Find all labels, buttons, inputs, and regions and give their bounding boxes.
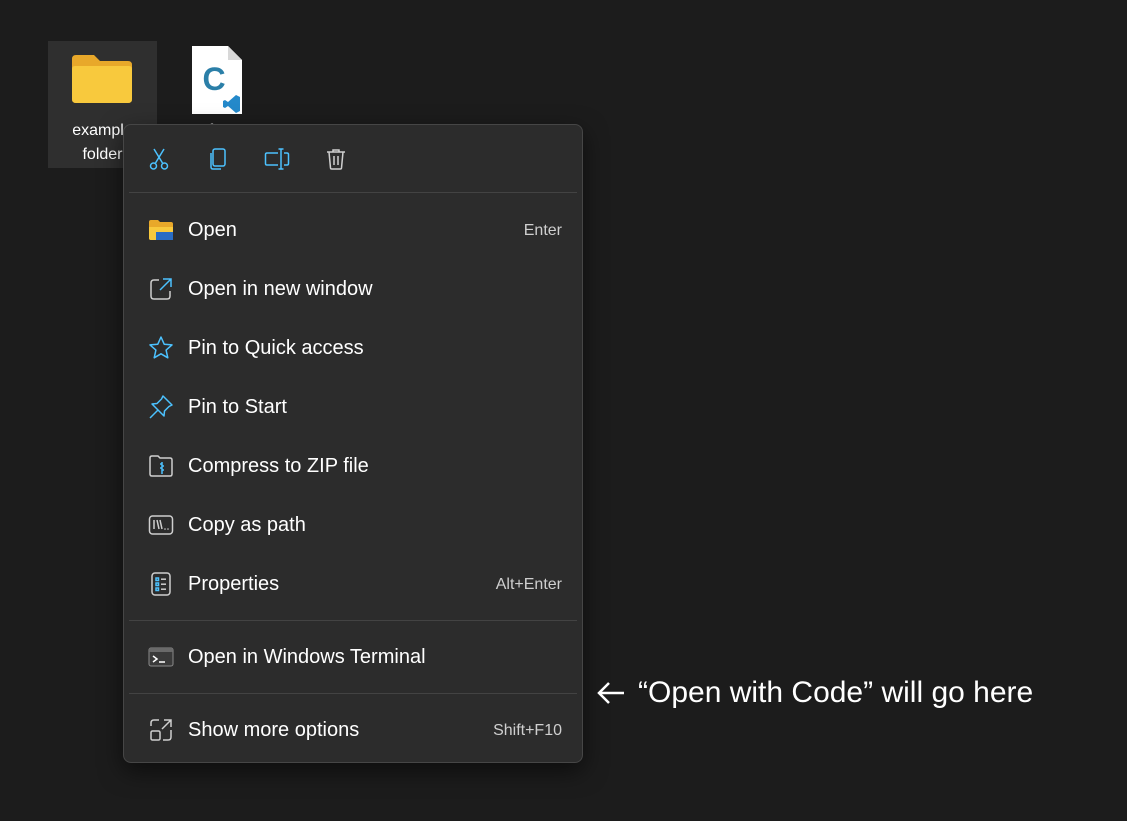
menu-item-shortcut: Shift+F10 (493, 722, 562, 739)
menu-item-copy-as-path[interactable]: Copy as path (128, 500, 578, 550)
new-window-icon (148, 276, 174, 302)
menu-item-label: Open (188, 219, 237, 241)
menu-item-label: Compress to ZIP file (188, 455, 369, 477)
pin-icon (148, 394, 174, 420)
cut-icon (149, 148, 169, 170)
menu-item-open[interactable]: Open Enter (128, 205, 578, 255)
menu-item-compress-zip[interactable]: Compress to ZIP file (128, 441, 578, 491)
c-file-icon: C (192, 46, 242, 114)
menu-item-label: Properties (188, 573, 280, 595)
rename-button[interactable] (264, 146, 290, 172)
menu-item-shortcut: Enter (523, 222, 562, 239)
copy-path-icon (148, 512, 174, 538)
zip-icon (148, 453, 174, 479)
rename-icon (264, 148, 290, 170)
menu-divider (129, 192, 577, 193)
menu-item-label: Pin to Quick access (188, 337, 364, 359)
copy-icon (210, 148, 226, 170)
copy-button[interactable] (205, 146, 231, 172)
menu-item-label: Open in new window (188, 278, 373, 300)
menu-item-label: Pin to Start (188, 396, 287, 418)
context-menu: Open Enter Open in new window Pin to Qui… (123, 124, 583, 763)
more-options-icon (148, 717, 174, 743)
menu-item-open-new-window[interactable]: Open in new window (128, 264, 578, 314)
menu-item-label: Copy as path (188, 514, 306, 536)
context-menu-toolbar (124, 125, 582, 192)
terminal-icon (148, 644, 174, 670)
annotation-note: “Open with Code” will go here (596, 675, 1033, 711)
annotation-text: “Open with Code” will go here (638, 676, 1034, 709)
folder-icon (72, 55, 132, 103)
c-file-letter: C (202, 61, 225, 97)
menu-item-label: Open in Windows Terminal (188, 646, 426, 668)
menu-item-label: Show more options (188, 719, 360, 741)
delete-icon (327, 149, 345, 170)
folder-open-icon (148, 217, 174, 243)
properties-icon (148, 571, 174, 597)
menu-item-open-windows-terminal[interactable]: Open in Windows Terminal (128, 632, 578, 682)
menu-item-pin-start[interactable]: Pin to Start (128, 382, 578, 432)
menu-item-show-more-options[interactable]: Show more options Shift+F10 (128, 705, 578, 755)
menu-item-pin-quick-access[interactable]: Pin to Quick access (128, 323, 578, 373)
cut-button[interactable] (146, 146, 172, 172)
menu-divider (129, 620, 577, 621)
menu-item-properties[interactable]: Properties Alt+Enter (128, 559, 578, 609)
menu-divider (129, 693, 577, 694)
arrow-left-icon (597, 682, 624, 704)
menu-item-shortcut: Alt+Enter (495, 576, 562, 593)
delete-button[interactable] (323, 146, 349, 172)
star-icon (148, 335, 174, 361)
